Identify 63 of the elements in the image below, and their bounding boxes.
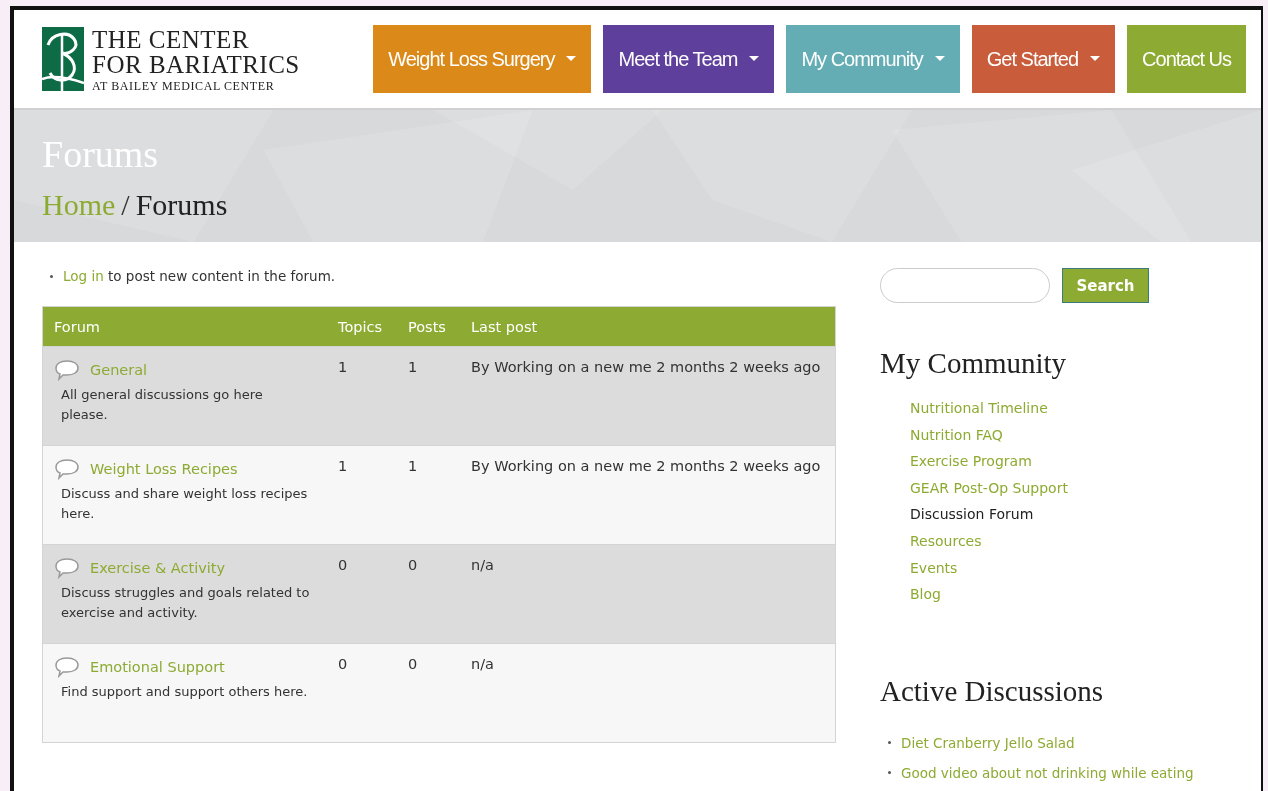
table-cell: 0 xyxy=(408,557,418,573)
column-header: Topics xyxy=(327,306,397,347)
table-cell: n/a xyxy=(471,557,494,573)
sidebar-link[interactable]: Exercise Program xyxy=(910,453,1032,470)
breadcrumb-current: Forums xyxy=(135,188,228,222)
nav-button[interactable]: Weight Loss Surgery xyxy=(373,25,592,93)
column-header: Forum xyxy=(42,306,327,347)
table-cell: 0 xyxy=(338,557,348,573)
login-link[interactable]: Log in xyxy=(63,268,104,284)
discussion-link[interactable]: Good video about not drinking while eating xyxy=(901,764,1194,781)
table-cell: 1 xyxy=(338,458,348,474)
forum-description: Discuss and share weight loss recipes here. xyxy=(61,485,309,523)
table-cell: 1 xyxy=(408,359,418,375)
tree-logo-icon xyxy=(42,27,84,91)
bullet-icon xyxy=(888,741,891,745)
bullet-icon xyxy=(50,274,53,278)
table-cell: 1 xyxy=(408,458,418,474)
table-cell: n/a xyxy=(471,656,494,672)
search-field[interactable] xyxy=(880,268,1050,303)
bullet-icon xyxy=(888,771,891,775)
column-header: Posts xyxy=(397,306,460,347)
forum-description: Discuss struggles and goals related to exercise and activity. xyxy=(61,584,311,622)
sidebar-link[interactable]: Discussion Forum xyxy=(910,506,1034,523)
login-notice: Log in to post new content in the forum. xyxy=(63,268,336,284)
nav-button[interactable]: Meet the Team xyxy=(603,25,775,93)
forum-link[interactable]: General xyxy=(90,362,148,378)
breadcrumb-separator: / xyxy=(121,188,130,222)
caret-icon xyxy=(566,56,577,62)
forum-description: All general discussions go here please. xyxy=(61,386,264,424)
column-header: Last post xyxy=(460,306,836,347)
forum-link[interactable]: Exercise & Activity xyxy=(90,560,226,576)
table-cell: By Working on a new me 2 months 2 weeks ago xyxy=(471,458,821,474)
sidebar-link[interactable]: Nutrition FAQ xyxy=(910,426,1003,443)
sidebar-heading: Active Discussions xyxy=(880,674,1105,708)
sidebar-heading: My Community xyxy=(880,347,1068,380)
discussion-link[interactable]: Diet Cranberry Jello Salad xyxy=(901,734,1075,751)
sidebar-link[interactable]: Events xyxy=(910,559,958,576)
forum-link[interactable]: Emotional Support xyxy=(90,659,225,675)
logo-text: THE CENTER xyxy=(92,26,251,52)
sidebar-link[interactable]: Resources xyxy=(910,532,982,549)
table-cell: 0 xyxy=(408,656,418,672)
speech-bubble-icon xyxy=(54,458,80,480)
speech-bubble-icon xyxy=(54,359,80,381)
table-cell: By Working on a new me 2 months 2 weeks ago xyxy=(471,359,821,375)
speech-bubble-icon xyxy=(54,656,80,678)
search-button[interactable]: Search xyxy=(1062,268,1149,303)
caret-icon xyxy=(934,56,945,62)
sidebar-link[interactable]: Blog xyxy=(910,586,941,603)
breadcrumb-link[interactable]: Home xyxy=(42,188,116,222)
table-cell: 1 xyxy=(338,359,348,375)
nav-button[interactable]: Get Started xyxy=(971,25,1116,93)
sidebar-link[interactable]: GEAR Post-Op Support xyxy=(910,479,1068,496)
nav-button[interactable]: Contact Us xyxy=(1127,25,1246,93)
speech-bubble-icon xyxy=(54,557,80,579)
sidebar-link[interactable]: Nutritional Timeline xyxy=(910,400,1048,416)
logo-text: AT BAILEY MEDICAL CENTER xyxy=(92,79,276,92)
nav-button[interactable]: My Community xyxy=(786,25,960,93)
forum-description: Find support and support others here. xyxy=(61,683,309,701)
caret-icon xyxy=(749,56,760,62)
caret-icon xyxy=(1090,56,1101,62)
table-cell: 0 xyxy=(338,656,348,672)
forum-link[interactable]: Weight Loss Recipes xyxy=(90,461,238,477)
logo-text: FOR BARIATRICS xyxy=(92,51,300,77)
